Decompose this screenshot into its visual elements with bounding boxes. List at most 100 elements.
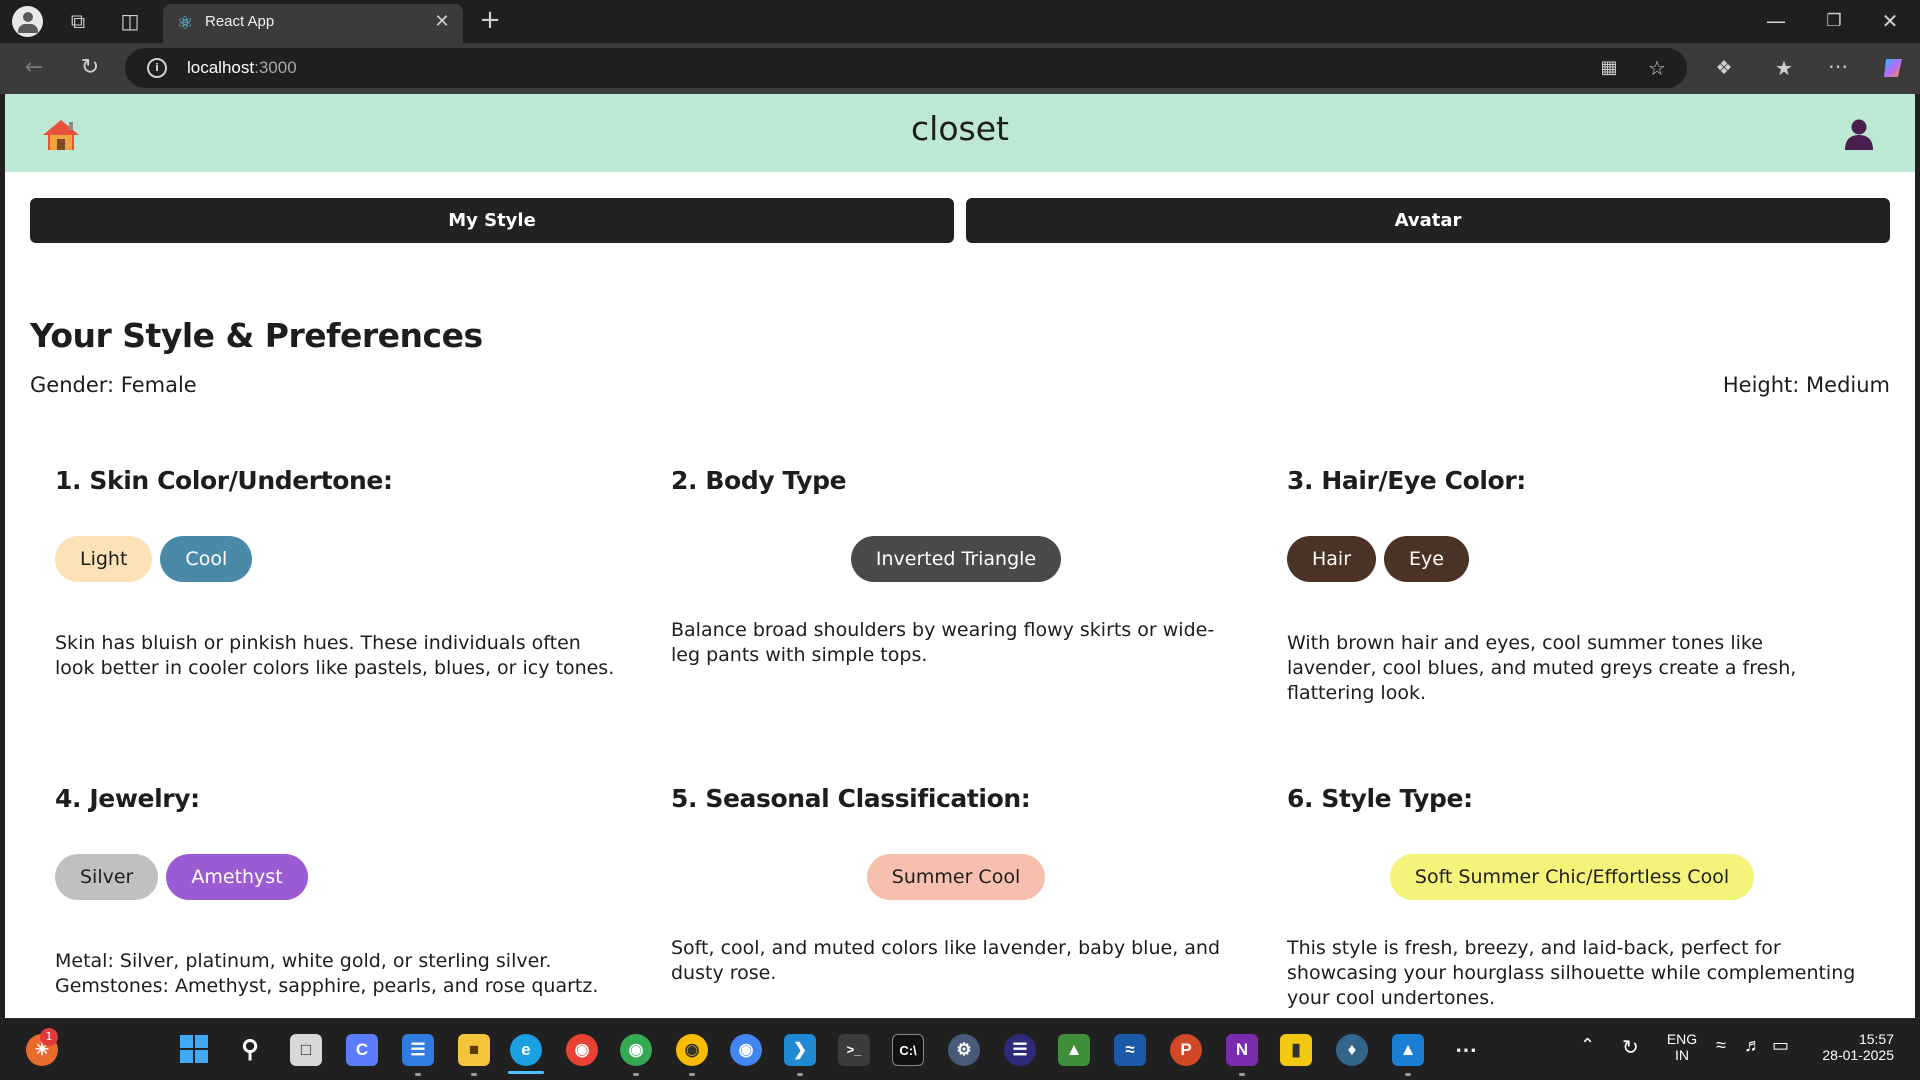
chip-eye[interactable]: Eye: [1384, 536, 1469, 582]
command-prompt-icon[interactable]: C:\: [892, 1034, 924, 1066]
url-text[interactable]: localhost:3000: [187, 58, 297, 78]
settings-gear-icon[interactable]: ⚙: [948, 1034, 980, 1066]
task-view-icon[interactable]: □: [290, 1034, 322, 1066]
sync-icon[interactable]: ↻: [1622, 1035, 1639, 1060]
favorites-icon[interactable]: ★: [1770, 56, 1798, 80]
chip-light[interactable]: Light: [55, 536, 153, 582]
height-label: Height: Medium: [1722, 373, 1890, 397]
running-indicator: [1405, 1073, 1411, 1076]
database-tool-icon[interactable]: ≈: [1114, 1034, 1146, 1066]
power-bi-icon[interactable]: ▮: [1280, 1034, 1312, 1066]
minimize-icon[interactable]: —: [1762, 9, 1790, 33]
chip-soft-summer-chic[interactable]: Soft Summer Chic/Effortless Cool: [1389, 854, 1755, 900]
chip-amethyst[interactable]: Amethyst: [166, 854, 308, 900]
section-description: This style is fresh, breezy, and laid-ba…: [1287, 937, 1856, 1009]
profile-avatar-icon[interactable]: [12, 6, 43, 37]
section-title: 1. Skin Color/Undertone:: [55, 466, 393, 495]
section-description: Metal: Silver, platinum, white gold, or …: [55, 950, 599, 997]
volume-icon[interactable]: ♬: [1744, 1035, 1762, 1056]
vscode-icon[interactable]: ❯: [784, 1034, 816, 1066]
search-icon[interactable]: ⚲: [234, 1034, 266, 1066]
chip-cool[interactable]: Cool: [160, 536, 253, 582]
tab-title: React App: [205, 13, 275, 30]
photos-icon[interactable]: ▲: [1392, 1034, 1424, 1066]
chip-group: Silver Amethyst: [55, 854, 316, 900]
chip-group: Inverted Triangle: [671, 536, 1241, 582]
avatar-button[interactable]: Avatar: [966, 198, 1890, 243]
chrome-icon[interactable]: ◉: [566, 1034, 598, 1066]
clock-time: 15:57: [1858, 1031, 1894, 1047]
restore-icon[interactable]: ❐: [1820, 9, 1848, 33]
chip-hair[interactable]: Hair: [1287, 536, 1377, 582]
section-description: Balance broad shoulders by wearing flowy…: [671, 619, 1215, 666]
app-title: closet: [911, 109, 1009, 148]
section-style-type: 6. Style Type: Soft Summer Chic/Effortle…: [1287, 784, 1857, 1009]
edge-browser-icon[interactable]: e: [510, 1034, 542, 1066]
show-hidden-icons-chevron-icon[interactable]: ⌃: [1580, 1035, 1595, 1056]
language-label: ENG: [1666, 1031, 1698, 1047]
site-info-icon[interactable]: i: [147, 58, 167, 78]
running-indicator: [689, 1073, 695, 1076]
react-logo-icon: ⚛: [176, 13, 194, 34]
file-explorer-icon[interactable]: ■: [458, 1034, 490, 1066]
section-seasonal-classification: 5. Seasonal Classification: Summer Cool …: [671, 784, 1241, 984]
copilot-icon[interactable]: [1880, 55, 1908, 86]
eclipse-icon[interactable]: ☰: [1004, 1034, 1036, 1066]
section-title: 5. Seasonal Classification:: [671, 784, 1031, 813]
notification-badge: 1: [40, 1028, 58, 1046]
tab-react-app[interactable]: ⚛ React App ✕: [163, 4, 463, 43]
page-viewport: closet My Style Avatar Your Style & Pref…: [5, 94, 1915, 1018]
clock[interactable]: 15:57 28-01-2025: [1814, 1031, 1894, 1063]
section-skin-color: 1. Skin Color/Undertone: Light Cool Skin …: [55, 466, 625, 679]
chrome-profile-n2-icon[interactable]: ◉: [730, 1034, 762, 1066]
section-jewelry: 4. Jewelry: Silver Amethyst Metal: Silver…: [55, 784, 625, 997]
user-profile-icon[interactable]: [1843, 118, 1875, 150]
close-tab-icon[interactable]: ✕: [431, 11, 453, 32]
chip-group: Summer Cool: [671, 854, 1241, 900]
chip-silver[interactable]: Silver: [55, 854, 159, 900]
chip-summer-cool[interactable]: Summer Cool: [866, 854, 1046, 900]
powerpoint-icon[interactable]: P: [1170, 1034, 1202, 1066]
section-title: 3. Hair/Eye Color:: [1287, 466, 1526, 495]
section-description: Skin has bluish or pinkish hues. These i…: [55, 632, 615, 679]
section-description: With brown hair and eyes, cool summer to…: [1287, 632, 1797, 704]
language-indicator[interactable]: ENG IN: [1665, 1031, 1699, 1063]
browser-address-bar: ← ↻ i localhost:3000 ▦ ☆ ❖ ★ ⋯: [0, 43, 1920, 94]
section-body-type: 2. Body Type Inverted Triangle Balance b…: [671, 466, 1241, 666]
chrome-profile-n-icon[interactable]: ◉: [676, 1034, 708, 1066]
clock-date: 28-01-2025: [1822, 1047, 1894, 1063]
favorite-star-icon[interactable]: ☆: [1643, 56, 1671, 80]
running-indicator: [415, 1073, 421, 1076]
section-title: 2. Body Type: [671, 466, 847, 495]
active-app-indicator: [508, 1071, 544, 1074]
more-menu-icon[interactable]: ⋯: [1824, 54, 1852, 78]
onenote-icon[interactable]: N: [1226, 1034, 1258, 1066]
page-title: Your Style & Preferences: [30, 316, 483, 355]
copilot-app-icon[interactable]: C: [346, 1034, 378, 1066]
app-available-icon[interactable]: ▦: [1595, 56, 1623, 80]
browser-tab-bar: ⧉ ◫ ⚛ React App ✕ + — ❐ ✕: [0, 0, 1920, 43]
chrome-profile-icon[interactable]: ◉: [620, 1034, 652, 1066]
windows-taskbar: ☀ 1 ⚲ □ C ☰ ■ e ◉ ◉ ◉ ◉ ❯ >_ C:\ ⚙ ☰ ▲ ≈…: [0, 1018, 1920, 1080]
terminal-icon[interactable]: >_: [838, 1034, 870, 1066]
app-header: closet: [5, 94, 1915, 172]
start-menu-icon[interactable]: [178, 1034, 210, 1066]
new-tab-icon[interactable]: +: [476, 7, 504, 33]
close-window-icon[interactable]: ✕: [1876, 9, 1904, 33]
notepad-icon[interactable]: ☰: [402, 1034, 434, 1066]
my-style-button[interactable]: My Style: [30, 198, 954, 243]
more-apps-icon[interactable]: ⋯: [1450, 1034, 1482, 1066]
vertical-tabs-icon[interactable]: ◫: [116, 9, 144, 33]
extensions-icon[interactable]: ❖: [1710, 56, 1738, 80]
image-editor-icon[interactable]: ▲: [1058, 1034, 1090, 1066]
wifi-icon[interactable]: ≈: [1716, 1035, 1726, 1056]
chip-group: Hair Eye: [1287, 536, 1477, 582]
back-icon[interactable]: ←: [20, 56, 48, 80]
workspaces-icon[interactable]: ⧉: [64, 9, 92, 33]
refresh-icon[interactable]: ↻: [76, 56, 104, 80]
postgresql-icon[interactable]: ♦: [1336, 1034, 1368, 1066]
url-bar[interactable]: i localhost:3000 ▦ ☆: [125, 48, 1687, 88]
battery-icon[interactable]: ▭: [1772, 1035, 1789, 1056]
chip-inverted-triangle[interactable]: Inverted Triangle: [850, 536, 1062, 582]
section-title: 6. Style Type:: [1287, 784, 1473, 813]
